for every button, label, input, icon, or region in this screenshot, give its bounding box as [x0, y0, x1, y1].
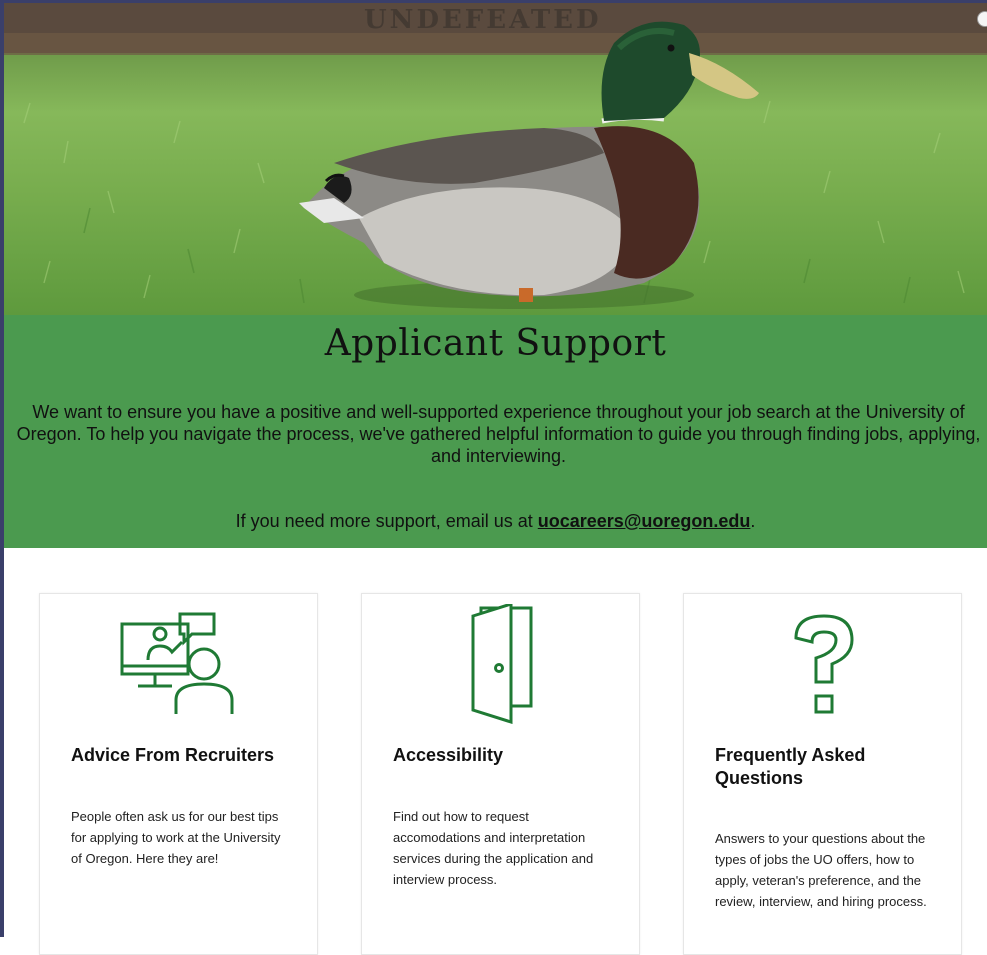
card-title[interactable]: Advice From Recruiters: [71, 744, 297, 767]
contact-suffix: .: [750, 511, 756, 531]
question-mark-icon: [794, 614, 854, 714]
card-body: Answers to your questions about the type…: [715, 831, 927, 909]
card-body: Find out how to request accomodations an…: [393, 809, 594, 887]
card-title[interactable]: Frequently Asked Questions: [715, 744, 941, 790]
corner-control-icon[interactable]: [977, 11, 987, 27]
contact-prefix: If you need more support, email us at: [235, 511, 538, 531]
card-body: People often ask us for our best tips fo…: [71, 809, 281, 866]
hero-wordmark: UNDEFEATED: [364, 5, 602, 35]
open-door-icon: [471, 604, 533, 724]
intro-text: We want to ensure you have a positive an…: [16, 402, 981, 466]
card-title[interactable]: Accessibility: [393, 744, 619, 767]
card-advice-from-recruiters[interactable]: Advice From Recruiters People often ask …: [39, 593, 318, 955]
applicant-support-banner: Applicant Support We want to ensure you …: [4, 315, 987, 548]
duck-photo: [4, 3, 987, 309]
card-faq[interactable]: Frequently Asked Questions Answers to yo…: [683, 593, 962, 955]
card-accessibility[interactable]: Accessibility Find out how to request ac…: [361, 593, 640, 955]
hero-image: UNDEFEATED: [4, 3, 987, 315]
page-title: Applicant Support: [324, 323, 667, 364]
contact-line: If you need more support, email us at uo…: [4, 511, 987, 532]
contact-email-link[interactable]: uocareers@uoregon.edu: [538, 511, 751, 531]
presentation-chat-icon: [120, 612, 234, 714]
